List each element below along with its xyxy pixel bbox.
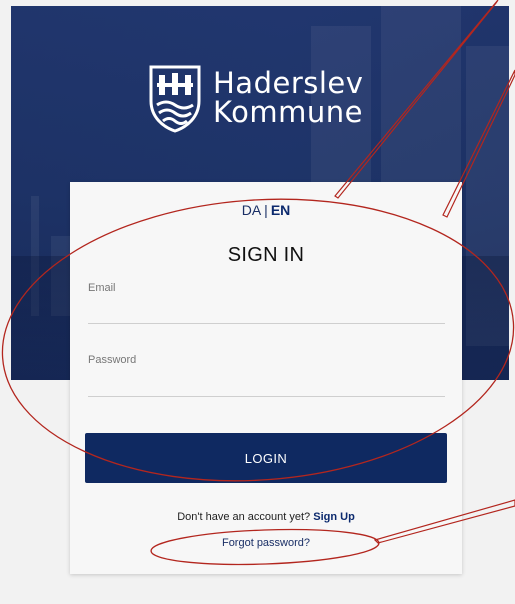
signup-row: Don't have an account yet? Sign Up — [70, 511, 462, 523]
forgot-row: Forgot password? — [70, 537, 462, 549]
page-title: SIGN IN — [227, 244, 305, 266]
signup-link[interactable]: Sign Up — [313, 511, 355, 523]
brand-name-line1: Haderslev — [213, 66, 364, 100]
municipal-shield-icon — [149, 65, 201, 133]
password-field[interactable] — [88, 373, 445, 395]
email-field[interactable] — [88, 300, 445, 322]
password-label: Password — [88, 354, 137, 366]
brand-name: Haderslev Kommune — [213, 69, 363, 127]
language-separator: | — [264, 202, 268, 218]
login-button[interactable]: LOGIN — [85, 433, 447, 483]
page: Haderslev Kommune DA | EN SIGN IN Email Pa… — [0, 0, 515, 604]
language-switcher: DA | EN — [70, 202, 462, 218]
language-option-en[interactable]: EN — [271, 202, 290, 218]
password-underline — [88, 396, 445, 397]
sign-in-card: DA | EN SIGN IN Email Password LOGIN Don't… — [70, 182, 462, 574]
email-underline — [88, 323, 445, 324]
language-option-da[interactable]: DA — [242, 202, 261, 218]
signup-prompt: Don't have an account yet? — [177, 511, 311, 523]
forgot-password-link[interactable]: Forgot password? — [222, 537, 310, 549]
email-label: Email — [88, 282, 116, 294]
brand-logo: Haderslev Kommune — [147, 58, 427, 138]
brand-name-line2: Kommune — [213, 95, 363, 129]
